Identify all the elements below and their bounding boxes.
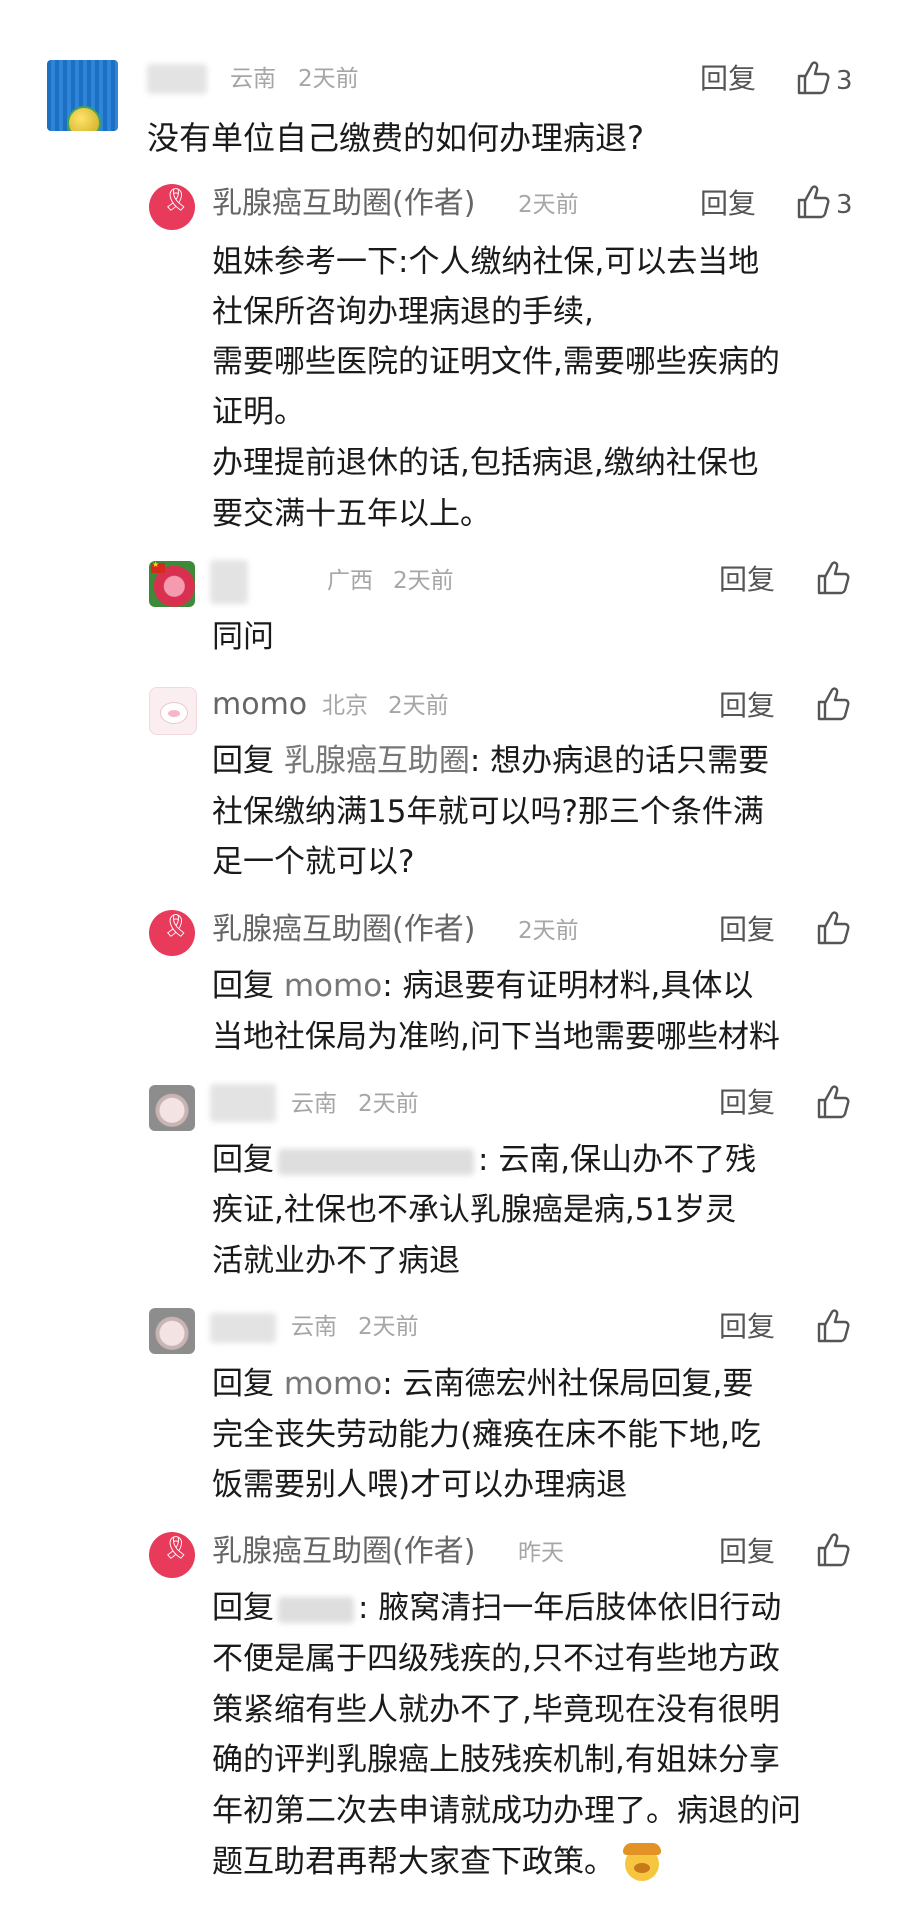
comment-text: 病退要有证明材料,具体以 <box>402 968 754 1004</box>
comment-location: 云南 <box>230 66 276 92</box>
comment-location: 云南 <box>291 1314 337 1340</box>
like-count: 3 <box>836 66 853 96</box>
comment-text-line: 办理提前退休的话,包括病退,缴纳社保也 <box>212 445 759 481</box>
reply-target[interactable]: momo <box>284 968 382 1004</box>
author-name[interactable]: 乳腺癌互助圈(作者) <box>212 1534 475 1570</box>
reply-button[interactable]: 回复 <box>719 1086 775 1120</box>
comment-text: 题互助君再帮大家查下政策。 <box>212 1844 615 1880</box>
reply-button[interactable]: 回复 <box>719 563 775 597</box>
comment-text: 想办病退的话只需要 <box>490 743 770 779</box>
comment-time: 2天前 <box>518 192 579 218</box>
reply-prefix: 回复 <box>212 1590 274 1626</box>
comment-text-line: 不便是属于四级残疾的,只不过有些地方政 <box>212 1641 780 1677</box>
comment-time: 2天前 <box>298 66 359 92</box>
thumbs-up-icon[interactable] <box>815 910 851 946</box>
blurred-user-name <box>210 1084 276 1122</box>
author-avatar[interactable]: 🎗 <box>149 910 195 956</box>
thumbs-up-icon[interactable] <box>795 60 831 96</box>
comment-text-line: 证明。 <box>212 394 305 430</box>
reply-prefix: 回复 <box>212 1142 274 1178</box>
thumbs-up-icon[interactable] <box>815 1532 851 1568</box>
author-avatar[interactable]: 🎗 <box>149 184 195 230</box>
blurred-user-name <box>210 1313 276 1343</box>
reply-button[interactable]: 回复 <box>700 62 756 96</box>
author-name[interactable]: 乳腺癌互助圈(作者) <box>212 186 475 222</box>
user-avatar[interactable] <box>149 1085 195 1131</box>
comment-text-line: 社保缴纳满15年就可以吗?那三个条件满 <box>212 794 764 830</box>
comment-text-line: 社保所咨询办理病退的手续, <box>212 294 594 330</box>
blurred-reply-target <box>278 1596 354 1623</box>
comment-text: 同问 <box>212 619 274 655</box>
ribbon-icon: 🎗 <box>162 1536 190 1561</box>
author-avatar[interactable]: 🎗 <box>149 1532 195 1578</box>
comment-time: 2天前 <box>358 1091 419 1117</box>
reply-button[interactable]: 回复 <box>719 1310 775 1344</box>
reply-prefix: 回复 <box>212 743 274 779</box>
comment-text-line: 饭需要别人喂)才可以办理病退 <box>212 1467 628 1503</box>
thumbs-up-icon[interactable] <box>815 1084 851 1120</box>
comment-text-line: 回复 momo: 病退要有证明材料,具体以 <box>212 968 754 1004</box>
thumbs-up-icon[interactable] <box>815 560 851 596</box>
user-name[interactable]: momo <box>212 687 307 723</box>
comment-time: 2天前 <box>518 918 579 944</box>
comment-text-line: 当地社保局为准哟,问下当地需要哪些材料 <box>212 1019 780 1055</box>
reply-button[interactable]: 回复 <box>719 689 775 723</box>
comment-text-line: 回复 momo: 云南德宏州社保局回复,要 <box>212 1366 754 1402</box>
blurred-user-name <box>210 560 248 604</box>
comment-text-line: 足一个就可以? <box>212 844 415 880</box>
comment-text-line: 活就业办不了病退 <box>212 1243 460 1279</box>
comment-text-line: 完全丧失劳动能力(瘫痪在床不能下地,吃 <box>212 1417 761 1453</box>
comment-text-line: 确的评判乳腺癌上肢残疾机制,有姐妹分享 <box>212 1742 780 1778</box>
comment-text-line: 年初第二次去申请就成功办理了。病退的问 <box>212 1793 801 1829</box>
reply-prefix: 回复 <box>212 968 274 1004</box>
comment-time: 2天前 <box>393 568 454 594</box>
user-avatar[interactable] <box>47 60 118 131</box>
comment-location: 云南 <box>291 1091 337 1117</box>
comment-text-line: 回复: 腋窝清扫一年后肢体依旧行动 <box>212 1590 782 1626</box>
thinking-face-emoji <box>622 1842 661 1881</box>
ribbon-icon: 🎗 <box>162 188 190 213</box>
reply-target[interactable]: 乳腺癌互助圈 <box>284 743 470 779</box>
author-name[interactable]: 乳腺癌互助圈(作者) <box>212 912 475 948</box>
comment-time: 昨天 <box>518 1540 564 1566</box>
comment-text-line: 回复 乳腺癌互助圈: 想办病退的话只需要 <box>212 743 770 779</box>
reply-target[interactable]: momo <box>284 1366 382 1402</box>
user-avatar[interactable] <box>149 561 195 607</box>
comment-text: 腋窝清扫一年后肢体依旧行动 <box>378 1590 782 1626</box>
user-avatar[interactable] <box>149 1308 195 1354</box>
comment-text: 云南德宏州社保局回复,要 <box>402 1366 754 1402</box>
reply-button[interactable]: 回复 <box>719 913 775 947</box>
comment-text-line: 回复: 云南,保山办不了残 <box>212 1142 757 1178</box>
comment-text: 没有单位自己缴费的如何办理病退? <box>147 119 644 157</box>
reply-button[interactable]: 回复 <box>700 187 756 221</box>
user-avatar[interactable] <box>149 687 197 735</box>
comment-text: 云南,保山办不了残 <box>498 1142 757 1178</box>
comment-text-line: 题互助君再帮大家查下政策。 <box>212 1842 661 1883</box>
thumbs-up-icon[interactable] <box>815 686 851 722</box>
comment-location: 广西 <box>327 568 373 594</box>
reply-button[interactable]: 回复 <box>719 1535 775 1569</box>
comment-time: 2天前 <box>388 693 449 719</box>
reply-prefix: 回复 <box>212 1366 274 1402</box>
thumbs-up-icon[interactable] <box>815 1308 851 1344</box>
comment-text-line: 疾证,社保也不承认乳腺癌是病,51岁灵 <box>212 1192 737 1228</box>
comment-text-line: 策紧缩有些人就办不了,毕竟现在没有很明 <box>212 1692 780 1728</box>
comment-location: 北京 <box>322 693 368 719</box>
like-count: 3 <box>836 190 853 220</box>
comment-text-line: 姐妹参考一下:个人缴纳社保,可以去当地 <box>212 244 760 280</box>
ribbon-icon: 🎗 <box>162 914 190 939</box>
blurred-reply-target <box>278 1148 474 1175</box>
comment-text-line: 需要哪些医院的证明文件,需要哪些疾病的 <box>212 344 780 380</box>
blurred-user-name <box>147 64 207 94</box>
comment-text-line: 要交满十五年以上。 <box>212 496 491 532</box>
thumbs-up-icon[interactable] <box>795 184 831 220</box>
comment-time: 2天前 <box>358 1314 419 1340</box>
